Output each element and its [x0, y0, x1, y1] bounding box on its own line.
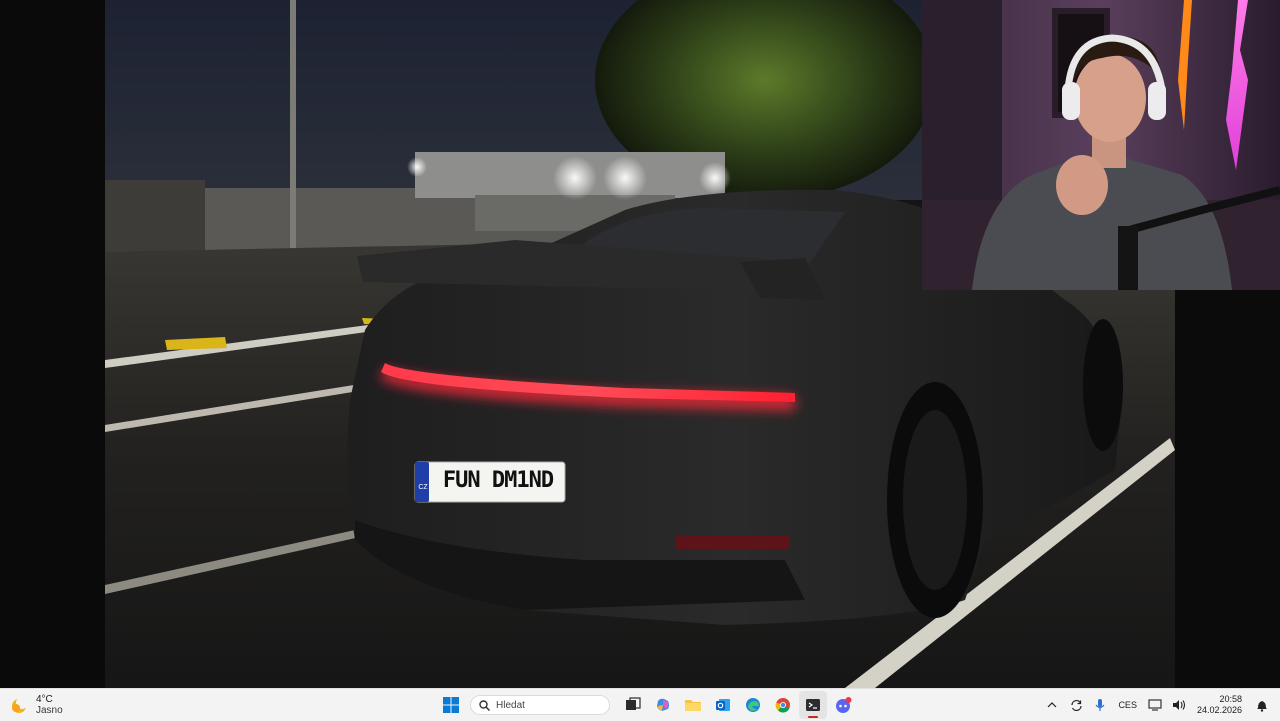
windows-taskbar: 4°C Jasno Hledat CES 20:58 24.02.2026: [0, 688, 1280, 721]
system-tray: CES 20:58 24.02.2026: [1040, 689, 1280, 721]
background-window-right: [1175, 290, 1280, 688]
weather-condition: Jasno: [36, 705, 63, 716]
weather-temperature: 4°C: [36, 694, 53, 705]
sync-icon[interactable]: [1066, 695, 1086, 715]
chevron-up-icon[interactable]: [1042, 695, 1062, 715]
webcam-overlay: [922, 0, 1280, 290]
sun-moon-icon: [10, 696, 28, 714]
discord-icon: [836, 697, 852, 713]
taskbar-search[interactable]: Hledat: [470, 695, 610, 715]
microphone-icon[interactable]: [1090, 695, 1110, 715]
chrome-icon: [775, 698, 790, 713]
terminal-icon: [806, 699, 820, 711]
volume-icon[interactable]: [1169, 695, 1189, 715]
file-explorer-button[interactable]: [679, 691, 707, 719]
clock[interactable]: 20:58 24.02.2026: [1197, 694, 1242, 716]
license-plate-country: CZ: [418, 484, 428, 491]
task-view-icon: [626, 697, 641, 710]
discord-button[interactable]: [829, 691, 857, 719]
folder-icon: [685, 700, 701, 711]
network-icon[interactable]: [1145, 695, 1165, 715]
weather-widget[interactable]: 4°C Jasno: [10, 693, 63, 717]
outlook-button[interactable]: [709, 691, 737, 719]
license-plate-text: FUN DM1ND: [442, 468, 554, 493]
clock-date: 24.02.2026: [1196, 705, 1242, 715]
outlook-icon: [716, 699, 730, 711]
edge-icon: [746, 698, 760, 712]
search-icon: [479, 699, 490, 711]
notification-bell-icon[interactable]: [1252, 695, 1272, 715]
background-window-left: [0, 0, 105, 688]
chrome-button[interactable]: [769, 691, 797, 719]
edge-button[interactable]: [739, 691, 767, 719]
task-view-button[interactable]: [619, 691, 647, 719]
search-placeholder: Hledat: [496, 699, 525, 711]
clock-time: 20:58: [1219, 694, 1242, 704]
start-button[interactable]: [437, 691, 465, 719]
windows-start-icon: [443, 697, 459, 713]
copilot-button[interactable]: [649, 691, 677, 719]
input-language[interactable]: CES: [1118, 700, 1137, 710]
copilot-icon: [657, 698, 669, 711]
terminal-button[interactable]: [799, 691, 827, 719]
